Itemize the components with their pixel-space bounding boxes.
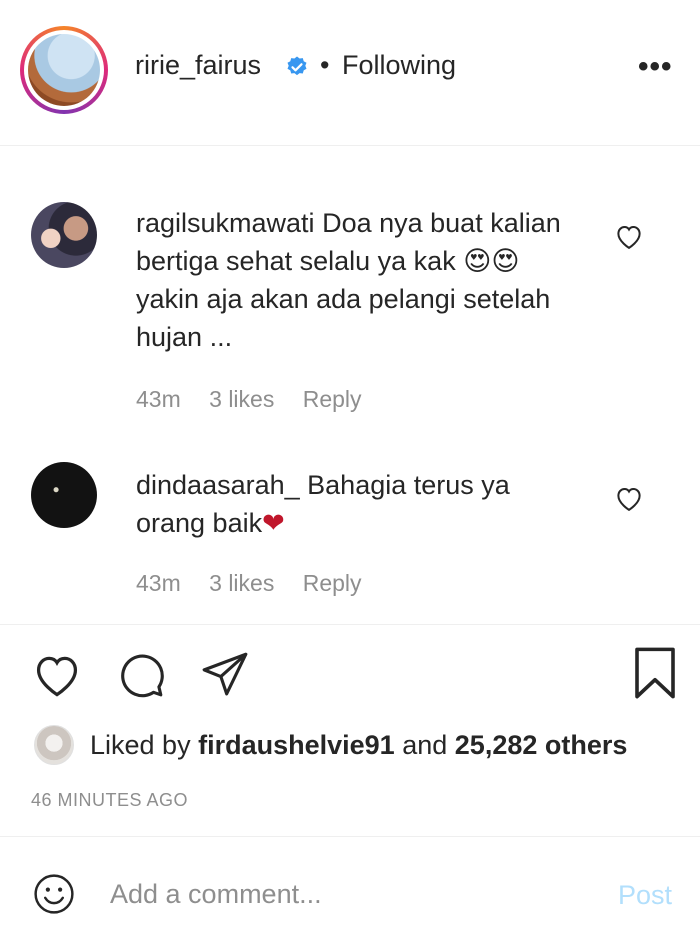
comment-time: 43m xyxy=(136,570,181,596)
share-icon[interactable] xyxy=(198,648,252,698)
header-separator: • xyxy=(320,50,330,80)
more-options-icon[interactable]: ••• xyxy=(638,52,673,82)
bookmark-icon[interactable] xyxy=(630,646,680,700)
comment-username[interactable]: ragilsukmawati xyxy=(136,208,315,238)
reply-button[interactable]: Reply xyxy=(303,570,362,596)
comment-text: ragilsukmawati Doa nya buat kalian berti… xyxy=(136,204,586,356)
comment-likes[interactable]: 3 likes xyxy=(209,386,274,412)
post-timestamp[interactable]: 46 MINUTES AGO xyxy=(31,790,188,811)
reply-button[interactable]: Reply xyxy=(303,386,362,412)
comment-item: ragilsukmawati Doa nya buat kalian berti… xyxy=(0,200,700,420)
header-username[interactable]: ririe_fairus xyxy=(135,50,261,81)
comment-meta: 43m 3 likes Reply xyxy=(136,570,384,597)
liked-by-others[interactable]: 25,282 others xyxy=(455,730,628,760)
add-comment-input[interactable] xyxy=(110,872,580,916)
comment-box-divider xyxy=(0,836,700,837)
comment-item: dindaasarah_ Bahagia terus ya orang baik… xyxy=(0,462,700,602)
profile-avatar[interactable] xyxy=(20,26,108,114)
comment-like-heart-icon[interactable] xyxy=(614,484,644,512)
actions-divider xyxy=(0,624,700,625)
liked-by-avatar[interactable] xyxy=(34,725,74,765)
liked-by-middle: and xyxy=(402,730,448,760)
heart-icon[interactable] xyxy=(31,650,83,698)
comment-text: dindaasarah_ Bahagia terus ya orang baik… xyxy=(136,466,556,542)
following-button[interactable]: Following xyxy=(342,50,456,81)
comment-likes[interactable]: 3 likes xyxy=(209,570,274,596)
comment-time: 43m xyxy=(136,386,181,412)
post-header: ririe_fairus • Following ••• xyxy=(0,0,700,146)
comment-like-heart-icon[interactable] xyxy=(614,222,644,250)
emoji-icon[interactable] xyxy=(33,873,75,915)
comment-username[interactable]: dindaasarah_ xyxy=(136,470,300,500)
liked-by-user[interactable]: firdaushelvie91 xyxy=(198,730,395,760)
comment-meta: 43m 3 likes Reply xyxy=(136,386,384,413)
liked-by-text: Liked by firdaushelvie91 and 25,282 othe… xyxy=(90,730,627,761)
verified-icon xyxy=(287,56,307,76)
liked-by-prefix: Liked by xyxy=(90,730,191,760)
comment-body-line1: Doa nya buat xyxy=(322,208,483,238)
post-button[interactable]: Post xyxy=(618,880,672,911)
comment-icon[interactable] xyxy=(114,649,168,699)
commenter-avatar[interactable] xyxy=(31,202,97,268)
commenter-avatar[interactable] xyxy=(31,462,97,528)
red-heart-emoji: ❤ xyxy=(262,508,285,538)
